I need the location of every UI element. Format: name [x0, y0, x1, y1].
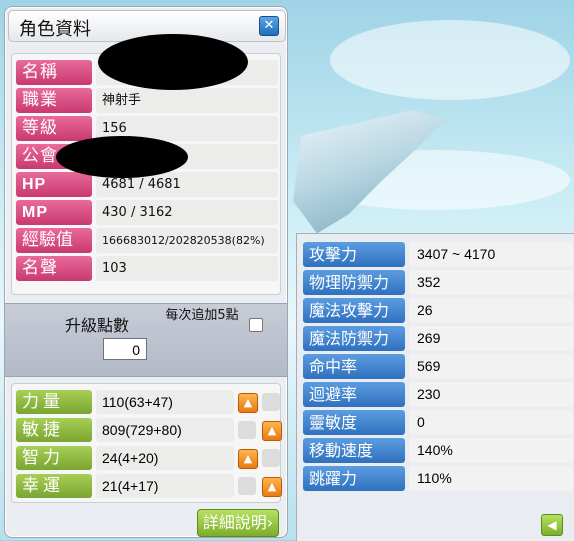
info-label: 名稱	[16, 60, 92, 85]
info-label: 等級	[16, 116, 92, 141]
info-label: HP	[16, 172, 92, 197]
detail-value: 0	[409, 410, 573, 435]
stat-value: 110(63+47)	[96, 390, 234, 414]
detail-label: 靈敏度	[303, 410, 405, 435]
stat-label: 智力	[16, 446, 92, 470]
detail-value: 569	[409, 354, 573, 379]
stat-value: 809(729+80)	[96, 418, 234, 442]
stat-value: 21(4+17)	[96, 474, 234, 498]
redacted-name	[98, 34, 248, 90]
info-value: 166683012/202820538(82%)	[96, 228, 278, 253]
stat-label: 力量	[16, 390, 92, 414]
detail-value: 110%	[409, 466, 573, 491]
stat-label: 敏捷	[16, 418, 92, 442]
detail-button-label: 詳細說明	[202, 513, 267, 532]
ability-points-label: 升級點數	[65, 316, 130, 335]
close-icon[interactable]: ✕	[259, 16, 279, 36]
info-value: 430 / 3162	[96, 200, 278, 225]
chevron-right-icon: ›	[266, 513, 274, 532]
detail-value: 352	[409, 270, 573, 295]
detail-button[interactable]: 詳細說明›	[197, 509, 279, 537]
ability-points-field: 0	[103, 338, 147, 360]
stats-box: 力量 110(63+47) ▲ 敏捷 809(729+80) ▲ 智力 24(4…	[11, 383, 282, 503]
info-label: MP	[16, 200, 92, 225]
character-info-window: 角色資料 ✕ 名稱 職業 神射手 等級 156 公會 HP 4681 / 468…	[4, 6, 288, 538]
background-cloud	[330, 20, 570, 100]
detail-label: 魔法攻擊力	[303, 298, 405, 323]
info-value: 神射手	[96, 88, 278, 113]
ability-points-area: 升級點數 0 每次追加5點	[5, 303, 287, 377]
stat-value: 24(4+20)	[96, 446, 234, 470]
stat-button-slot	[262, 449, 280, 467]
detail-value: 140%	[409, 438, 573, 463]
increase-str-button[interactable]: ▲	[238, 393, 258, 413]
detail-label: 跳躍力	[303, 466, 405, 491]
detail-label: 魔法防禦力	[303, 326, 405, 351]
redacted-guild	[56, 136, 188, 178]
stat-button-slot	[238, 477, 256, 495]
detail-label: 攻擊力	[303, 242, 405, 267]
info-value: 103	[96, 256, 278, 281]
character-info-box: 名稱 職業 神射手 等級 156 公會 HP 4681 / 4681 MP 43…	[11, 34, 281, 295]
detail-label: 移動速度	[303, 438, 405, 463]
increase-int-button[interactable]: ▲	[238, 449, 258, 469]
detail-value: 269	[409, 326, 573, 351]
detail-label: 物理防禦力	[303, 270, 405, 295]
increase-dex-button[interactable]: ▲	[262, 421, 282, 441]
window-title: 角色資料	[19, 19, 91, 40]
detailed-stats-window: 攻擊力 3407 ~ 4170 物理防禦力 352 魔法攻擊力 26 魔法防禦力…	[296, 233, 574, 541]
chevron-left-icon[interactable]: ◀	[541, 514, 563, 536]
stat-button-slot	[262, 393, 280, 411]
detail-label: 命中率	[303, 354, 405, 379]
detail-value: 26	[409, 298, 573, 323]
info-label: 職業	[16, 88, 92, 113]
detail-label: 迴避率	[303, 382, 405, 407]
stat-button-slot	[238, 421, 256, 439]
auto-assign-label: 每次追加5點	[165, 308, 239, 323]
auto-assign-checkbox[interactable]	[249, 318, 263, 332]
detail-value: 230	[409, 382, 573, 407]
increase-luk-button[interactable]: ▲	[262, 477, 282, 497]
stat-label: 幸運	[16, 474, 92, 498]
info-label: 經驗值	[16, 228, 92, 253]
info-label: 名聲	[16, 256, 92, 281]
detail-value: 3407 ~ 4170	[409, 242, 573, 267]
